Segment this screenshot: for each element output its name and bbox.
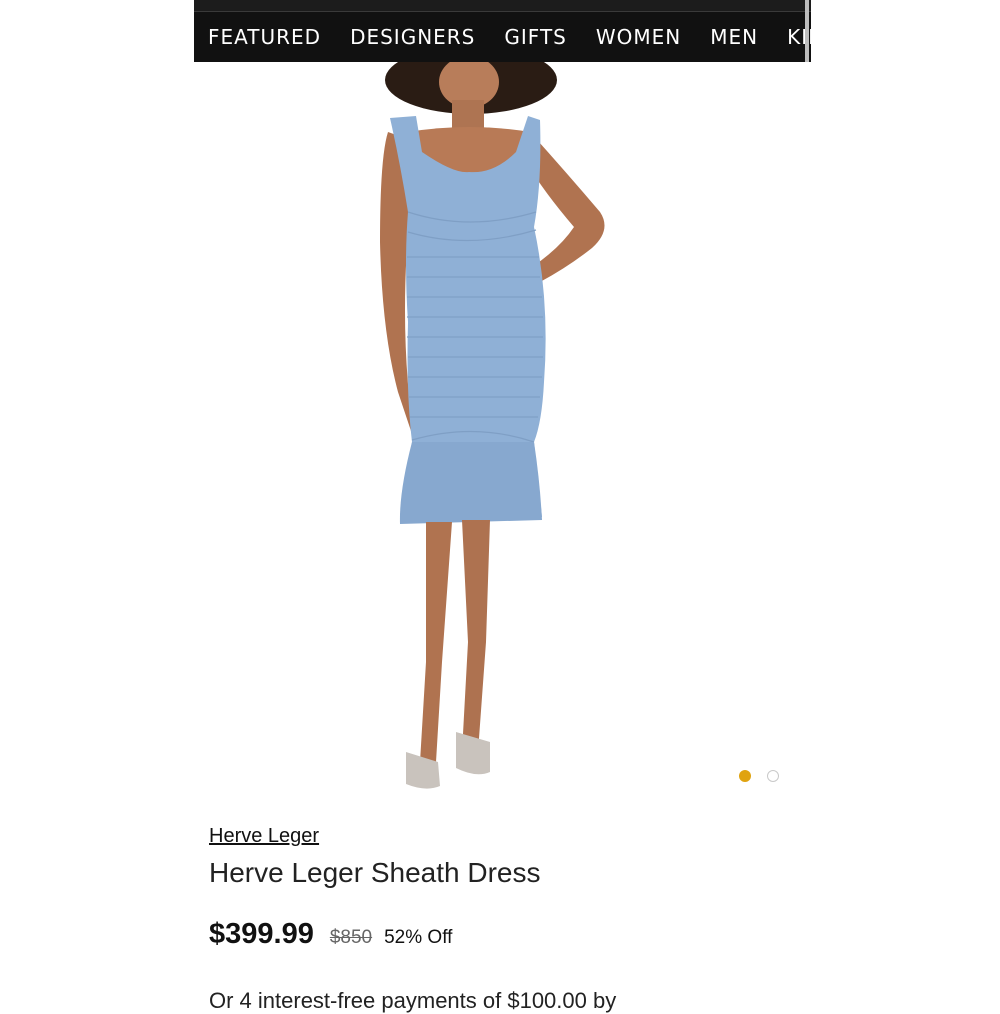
nav-scrollbar[interactable] [805,0,809,62]
nav-item-featured[interactable]: FEATURED [208,25,321,49]
price-row: $399.99 $850 52% Off [209,918,452,951]
sale-price: $399.99 [209,918,314,950]
carousel-dot[interactable] [767,770,779,782]
model-leg-left [420,522,452,762]
product-title: Herve Leger Sheath Dress [209,857,541,888]
carousel-dots [739,770,779,782]
installment-line: Or 4 interest-free payments of $100.00 b… [209,988,617,1013]
product-image[interactable] [194,46,811,802]
carousel-dot-active[interactable] [739,770,751,782]
shoe-right [456,732,490,775]
nav-item-women[interactable]: WOMEN [596,25,681,49]
nav-item-designers[interactable]: DESIGNERS [350,25,475,49]
page: FEATURED DESIGNERS GIFTS WOMEN MEN KIDS [0,0,1000,1013]
model-leg-right [462,520,490,752]
original-price: $850 [329,927,373,948]
top-nav: FEATURED DESIGNERS GIFTS WOMEN MEN KIDS [194,0,811,62]
discount-label: 52% Off [384,927,453,948]
nav-item-gifts[interactable]: GIFTS [504,25,566,49]
nav-items: FEATURED DESIGNERS GIFTS WOMEN MEN KIDS [208,25,811,49]
nav-top-strip [194,0,811,12]
nav-item-men[interactable]: MEN [710,25,758,49]
dress-flounce [399,442,542,524]
brand-link[interactable]: Herve Leger [209,825,319,848]
dress-photo [380,46,605,789]
